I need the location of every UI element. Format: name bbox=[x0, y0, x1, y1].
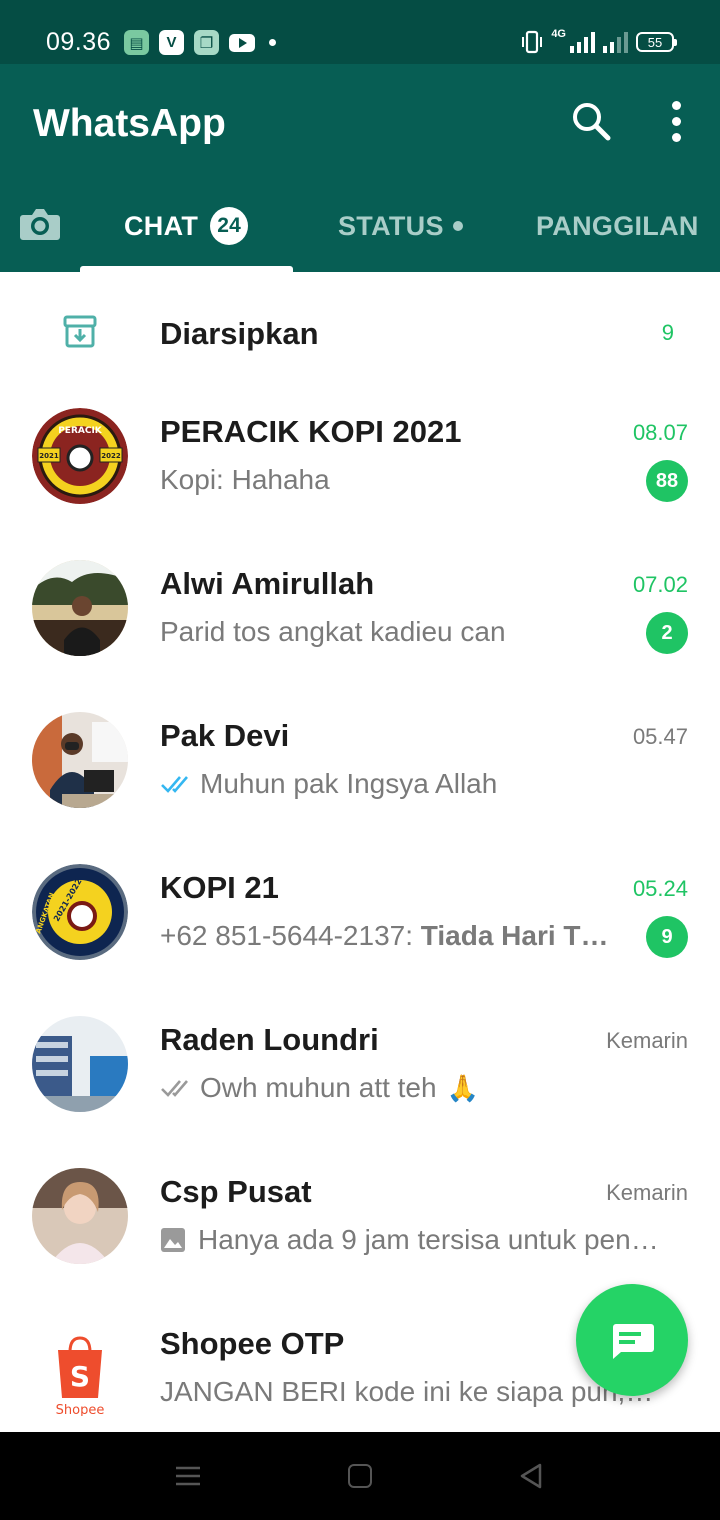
chat-row[interactable]: 2021 2022 PERACIK PERACIK KOPI 2021 08.0… bbox=[0, 392, 720, 544]
archived-label: Diarsipkan bbox=[160, 316, 319, 351]
new-chat-icon bbox=[613, 1324, 654, 1359]
status-bar: 09.36 ▤ V ❐ 4G 55 bbox=[0, 0, 720, 64]
more-vert-icon bbox=[671, 100, 681, 110]
app-bar: WhatsApp CHAT 24 STATUS PANGGILAN bbox=[0, 64, 720, 272]
chat-preview: Kopi: Hahaha bbox=[160, 464, 630, 496]
tab-bar: CHAT 24 STATUS PANGGILAN bbox=[0, 192, 720, 272]
chat-name: KOPI 21 bbox=[160, 870, 279, 905]
chat-preview-message: Tiada Hari T… bbox=[420, 920, 609, 951]
signal-2-icon bbox=[603, 31, 628, 53]
chat-row[interactable]: Alwi Amirullah 07.02 Parid tos angkat ka… bbox=[0, 544, 720, 696]
more-options-button[interactable] bbox=[660, 98, 692, 144]
chat-row[interactable]: Raden Loundri Kemarin Owh muhun att teh … bbox=[0, 1000, 720, 1152]
navigation-bar bbox=[0, 1432, 720, 1520]
vidio-app-icon: V bbox=[159, 30, 184, 55]
avatar[interactable] bbox=[32, 1016, 128, 1112]
chat-preview-text: Owh muhun att teh bbox=[200, 1072, 437, 1103]
tab-chat-badge: 24 bbox=[210, 207, 249, 245]
archive-icon bbox=[63, 315, 97, 348]
tab-app-icon: ❐ bbox=[194, 30, 219, 55]
chat-name: Shopee OTP bbox=[160, 1326, 345, 1361]
avatar[interactable] bbox=[32, 560, 128, 656]
chat-name: Raden Loundri bbox=[160, 1022, 379, 1057]
chat-preview: Muhun pak Ingsya Allah bbox=[160, 768, 678, 800]
chat-name: PERACIK KOPI 2021 bbox=[160, 414, 462, 449]
praying-hands-emoji: 🙏 bbox=[446, 1072, 479, 1103]
unread-badge: 9 bbox=[646, 916, 688, 958]
notification-icons: ▤ V ❐ bbox=[124, 30, 276, 55]
chat-preview-text: JANGAN BERI kode ini ke siapa pun,… bbox=[160, 1376, 654, 1407]
system-icons: 4G 55 bbox=[521, 28, 677, 54]
chat-time: Kemarin bbox=[606, 1028, 688, 1053]
battery-icon: 55 bbox=[636, 32, 677, 52]
status-time: 09.36 bbox=[46, 28, 112, 56]
chat-time: 05.47 bbox=[632, 724, 688, 749]
chat-preview-text: +62 851-5644-2137: Tiada Hari T… bbox=[160, 920, 609, 952]
svg-text:S: S bbox=[70, 1360, 90, 1393]
chat-preview-text: Muhun pak Ingsya Allah bbox=[200, 768, 498, 799]
network-type: 4G bbox=[551, 28, 566, 40]
chat-time: 07.02 bbox=[632, 572, 688, 597]
unread-badge: 88 bbox=[646, 460, 688, 502]
avatar[interactable] bbox=[32, 1168, 128, 1264]
more-notifications-icon bbox=[269, 39, 276, 46]
avatar[interactable]: S Shopee bbox=[32, 1320, 128, 1416]
chat-preview-text: Hanya ada 9 jam tersisa untuk pen… bbox=[198, 1224, 659, 1255]
battery-level: 55 bbox=[647, 34, 663, 50]
chat-time: Kemarin bbox=[606, 1180, 688, 1205]
chat-row[interactable]: Pak Devi 05.47 Muhun pak Ingsya Allah bbox=[0, 696, 720, 848]
chat-name: Pak Devi bbox=[160, 718, 290, 753]
tab-status-label: STATUS bbox=[338, 210, 444, 241]
chat-name: Alwi Amirullah bbox=[160, 566, 375, 601]
chat-preview-text: Parid tos angkat kadieu can bbox=[160, 616, 506, 647]
tab-chat[interactable]: CHAT 24 bbox=[124, 206, 249, 246]
image-icon bbox=[161, 1228, 185, 1252]
tab-calls[interactable]: PANGGILAN bbox=[536, 206, 699, 246]
tab-calls-label: PANGGILAN bbox=[536, 210, 699, 241]
chat-time: 05.24 bbox=[632, 876, 688, 901]
read-ticks-icon bbox=[161, 776, 188, 793]
tab-chat-label: CHAT bbox=[124, 210, 199, 241]
chat-row[interactable]: Csp Pusat Kemarin Hanya ada 9 jam tersis… bbox=[0, 1152, 720, 1304]
chat-preview: Owh muhun att teh 🙏 bbox=[160, 1072, 678, 1104]
menu-icon[interactable] bbox=[174, 1464, 202, 1488]
tab-camera[interactable] bbox=[19, 206, 61, 242]
svg-text:PERACIK: PERACIK bbox=[58, 426, 103, 436]
avatar[interactable] bbox=[32, 712, 128, 808]
chat-preview: Parid tos angkat kadieu can bbox=[160, 616, 630, 648]
svg-text:Shopee: Shopee bbox=[56, 1403, 105, 1416]
status-update-dot bbox=[452, 221, 463, 231]
chat-list: Diarsipkan 9 2021 2022 PERACIK PERACIK K… bbox=[0, 272, 720, 1432]
chat-name: Csp Pusat bbox=[160, 1174, 312, 1209]
chat-preview-sender: +62 851-5644-2137: bbox=[160, 920, 421, 951]
tab-status[interactable]: STATUS bbox=[338, 206, 463, 246]
svg-text:2022: 2022 bbox=[101, 452, 121, 460]
chat-preview: +62 851-5644-2137: Tiada Hari T… bbox=[160, 920, 630, 952]
delivered-ticks-icon bbox=[161, 1080, 188, 1097]
chat-preview: Hanya ada 9 jam tersisa untuk pen… bbox=[160, 1224, 678, 1256]
search-icon bbox=[573, 103, 611, 141]
archived-row[interactable]: Diarsipkan 9 bbox=[0, 272, 720, 392]
vibrate-icon bbox=[522, 30, 543, 54]
avatar[interactable]: 2021-2022 ANGKATAN bbox=[32, 864, 128, 960]
youtube-icon bbox=[229, 33, 255, 52]
svg-text:2021: 2021 bbox=[39, 452, 59, 460]
chat-time: 08.07 bbox=[632, 420, 688, 445]
chat-preview-text: Kopi: Hahaha bbox=[160, 464, 330, 495]
search-button[interactable] bbox=[568, 98, 614, 144]
chat-row[interactable]: 2021-2022 ANGKATAN KOPI 21 05.24 +62 851… bbox=[0, 848, 720, 1000]
back-icon[interactable] bbox=[518, 1462, 544, 1490]
sim-app-icon: ▤ bbox=[124, 30, 149, 55]
new-chat-button[interactable] bbox=[576, 1284, 688, 1396]
signal-icon bbox=[570, 31, 595, 53]
unread-badge: 2 bbox=[646, 612, 688, 654]
camera-icon bbox=[20, 209, 60, 240]
archived-count: 9 bbox=[661, 320, 674, 345]
app-title: WhatsApp bbox=[33, 102, 226, 145]
home-icon[interactable] bbox=[348, 1464, 372, 1488]
avatar[interactable]: 2021 2022 PERACIK bbox=[32, 408, 128, 504]
